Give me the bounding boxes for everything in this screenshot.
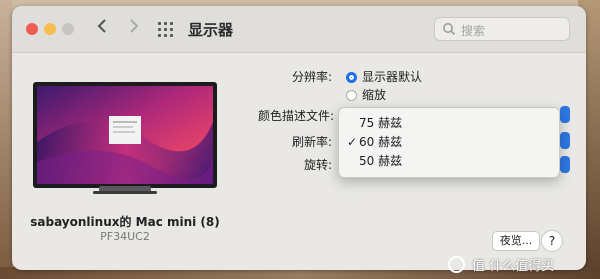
chevron-left-icon (97, 19, 106, 33)
show-all-grid-icon[interactable] (158, 22, 174, 38)
watermark: 值 什么值得买 (448, 255, 598, 275)
minimize-window-button[interactable] (44, 23, 56, 35)
night-shift-button[interactable]: 夜览... (492, 231, 540, 251)
back-button[interactable] (92, 18, 112, 40)
watermark-text: 值 什么值得买 (472, 259, 555, 274)
resolution-option-scaled[interactable]: 缩放 (346, 86, 386, 103)
checkmark-icon: ✓ (347, 135, 358, 149)
radio-unselected-icon (346, 90, 357, 101)
menu-item-50hz[interactable]: 50 赫兹 (339, 152, 559, 171)
resolution-option-default-label: 显示器默认 (362, 70, 423, 84)
window-title: 显示器 (188, 21, 234, 39)
search-icon (443, 23, 456, 36)
forward-button[interactable] (124, 18, 144, 40)
window-toolbar: 显示器 搜索 (12, 6, 586, 53)
zoom-window-button[interactable] (62, 23, 74, 35)
menu-item-label: 75 赫兹 (359, 116, 403, 130)
watermark-logo-icon (448, 256, 465, 273)
refresh-rate-select[interactable] (560, 132, 570, 149)
color-profile-label: 颜色描述文件: (257, 109, 334, 123)
desktop-background-left (0, 0, 12, 279)
display-preferences-window: 显示器 搜索 sabayonlinux的 Mac mini (8) PF34UC… (12, 6, 586, 270)
search-field[interactable]: 搜索 (434, 17, 570, 41)
chevron-right-icon (130, 19, 139, 33)
menu-item-label: 60 赫兹 (359, 135, 403, 149)
monitor-illustration (33, 82, 217, 194)
close-window-button[interactable] (26, 23, 38, 35)
rotation-label: 旋转: (303, 158, 332, 172)
display-name: sabayonlinux的 Mac mini (8) (30, 215, 220, 229)
refresh-rate-label: 刷新率: (291, 135, 332, 149)
color-profile-select[interactable] (560, 106, 570, 123)
rotation-select[interactable] (560, 156, 570, 173)
menu-item-60hz[interactable]: ✓ 60 赫兹 (339, 133, 559, 152)
resolution-option-scaled-label: 缩放 (362, 88, 387, 102)
display-model: PF34UC2 (100, 230, 150, 243)
menu-item-label: 50 赫兹 (359, 154, 403, 168)
search-placeholder: 搜索 (461, 24, 486, 38)
radio-selected-icon (346, 72, 357, 83)
menu-item-75hz[interactable]: 75 赫兹 (339, 114, 559, 133)
help-button[interactable]: ? (541, 230, 563, 252)
refresh-rate-menu: 75 赫兹 ✓ 60 赫兹 50 赫兹 (338, 107, 560, 178)
resolution-option-default[interactable]: 显示器默认 (346, 68, 422, 85)
resolution-label: 分辨率: (291, 70, 332, 84)
